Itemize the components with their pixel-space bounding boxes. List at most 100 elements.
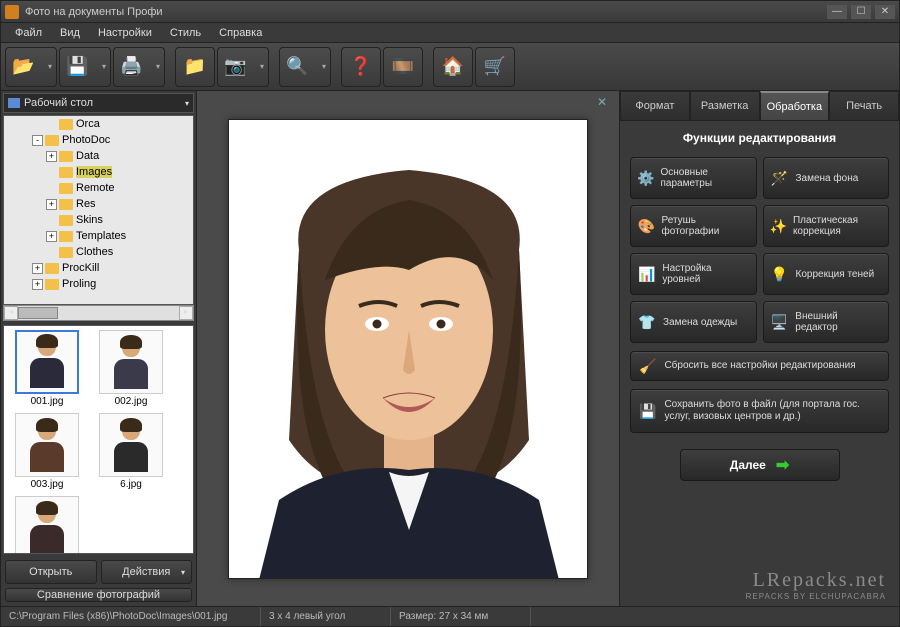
preview-close-button[interactable]: ✕	[597, 95, 611, 109]
func-button[interactable]: 💡 Коррекция теней	[763, 253, 890, 295]
func-button[interactable]: ⚙️Основные параметры	[630, 157, 757, 199]
folder-icon	[59, 119, 73, 130]
func-icon: ✨	[770, 216, 787, 236]
toolbar-print-button[interactable]: 🖨️	[113, 47, 165, 87]
tree-item[interactable]: Images	[4, 164, 193, 180]
thumbnail[interactable]: 6.jpg	[92, 413, 170, 490]
tree-item[interactable]: +Proling	[4, 276, 193, 292]
toolbar-home-button[interactable]: 🏠	[433, 47, 473, 87]
tree-expand-icon[interactable]: +	[32, 279, 43, 290]
open-button[interactable]: Открыть	[5, 560, 97, 584]
toolbar-help-button[interactable]: ❓	[341, 47, 381, 87]
thumbnail-image	[15, 496, 79, 554]
tab-разметка[interactable]: Разметка	[690, 91, 760, 120]
tree-expand-icon[interactable]: -	[32, 135, 43, 146]
tree-item[interactable]: +Templates	[4, 228, 193, 244]
photo-portrait	[229, 120, 588, 579]
chevron-down-icon: ▾	[185, 99, 189, 108]
func-button[interactable]: 🖥️Внешний редактор	[763, 301, 890, 343]
status-path: C:\Program Files (x86)\PhotoDoc\Images\0…	[1, 607, 261, 626]
thumbnail[interactable]: 003.jpg	[8, 413, 86, 490]
tree-item[interactable]: +ProcKill	[4, 260, 193, 276]
toolbar-source-file-button[interactable]: 📁	[175, 47, 215, 87]
folder-icon	[59, 231, 73, 242]
reset-button[interactable]: 🧹 Сбросить все настройки редактирования	[630, 351, 889, 381]
func-label: Настройка уровней	[662, 263, 749, 285]
func-button[interactable]: 🎨Ретушь фотографии	[630, 205, 757, 247]
tree-expand-icon[interactable]: +	[32, 263, 43, 274]
folder-icon	[59, 167, 73, 178]
menu-file[interactable]: Файл	[7, 25, 50, 41]
thumbnail[interactable]: 001.jpg	[8, 330, 86, 407]
func-icon: 📊	[637, 264, 656, 284]
func-icon: 💡	[770, 264, 790, 284]
func-button[interactable]: 📊 Настройка уровней	[630, 253, 757, 295]
maximize-button[interactable]: ☐	[851, 5, 871, 19]
folder-icon	[45, 279, 59, 290]
menu-view[interactable]: Вид	[52, 25, 88, 41]
scroll-thumb[interactable]	[18, 307, 58, 319]
folder-icon	[59, 247, 73, 258]
arrow-right-icon: ➡	[776, 455, 789, 475]
scroll-track[interactable]	[18, 306, 179, 320]
menu-style[interactable]: Стиль	[162, 25, 209, 41]
func-button[interactable]: ✨ Пластическая коррекция	[763, 205, 890, 247]
tab-bar: ФорматРазметкаОбработкаПечать	[620, 91, 899, 121]
tab-формат[interactable]: Формат	[620, 91, 690, 120]
func-label: Пластическая коррекция	[793, 215, 882, 237]
func-label: Замена одежды	[663, 317, 737, 328]
tree-item[interactable]: Remote	[4, 180, 193, 196]
func-button[interactable]: 👕Замена одежды	[630, 301, 757, 343]
status-size: Размер: 27 x 34 мм	[391, 607, 531, 626]
thumbnail[interactable]: 9.jpg	[8, 496, 86, 554]
tree-scrollbar[interactable]: ◂ ▸	[3, 305, 194, 321]
tree-item[interactable]: Clothes	[4, 244, 193, 260]
func-icon: 🪄	[770, 168, 790, 188]
toolbar-zoom-button[interactable]: 🔍	[279, 47, 331, 87]
tree-expand-icon[interactable]: +	[46, 151, 57, 162]
scroll-left-button[interactable]: ◂	[4, 306, 18, 320]
left-panel: Рабочий стол ▾ Orca - PhotoDoc +DataImagesR…	[1, 91, 197, 606]
folder-tree[interactable]: Orca-PhotoDoc+DataImagesRemote+ResSkins+…	[3, 115, 194, 305]
toolbar-save-button[interactable]: 💾	[59, 47, 111, 87]
next-button[interactable]: Далее ➡	[680, 449, 840, 481]
thumbnail-image	[15, 413, 79, 477]
save-file-button[interactable]: 💾 Сохранить фото в файл (для портала гос…	[630, 389, 889, 433]
folder-icon	[59, 215, 73, 226]
toolbar-open-button[interactable]: 📂	[5, 47, 57, 87]
thumbnail-list: 001.jpg002.jpg003.jpg6.jpg9.jpg	[3, 325, 194, 554]
toolbar: 📂 💾 🖨️ 📁 📷 🔍 ❓ 🎞️ 🏠 🛒	[1, 43, 899, 91]
menu-settings[interactable]: Настройки	[90, 25, 160, 41]
toolbar-video-button[interactable]: 🎞️	[383, 47, 423, 87]
minimize-button[interactable]: —	[827, 5, 847, 19]
tree-item[interactable]: +Res	[4, 196, 193, 212]
tree-item[interactable]: +Data	[4, 148, 193, 164]
next-label: Далее	[730, 458, 766, 472]
func-label: Коррекция теней	[796, 269, 875, 280]
thumbnail-image	[99, 413, 163, 477]
toolbar-camera-button[interactable]: 📷	[217, 47, 269, 87]
actions-button[interactable]: Действия	[101, 560, 193, 584]
tree-expand-icon[interactable]: +	[46, 231, 57, 242]
func-icon: 🎨	[637, 216, 656, 236]
tab-обработка[interactable]: Обработка	[760, 91, 830, 120]
tree-item[interactable]: Orca	[4, 116, 193, 132]
menu-help[interactable]: Справка	[211, 25, 270, 41]
app-window: Фото на документы Профи — ☐ ✕ Файл Вид Н…	[0, 0, 900, 627]
folder-selector[interactable]: Рабочий стол ▾	[3, 93, 194, 113]
tree-item[interactable]: - PhotoDoc	[4, 132, 193, 148]
scroll-right-button[interactable]: ▸	[179, 306, 193, 320]
menu-bar: Файл Вид Настройки Стиль Справка	[1, 23, 899, 43]
func-button[interactable]: 🪄Замена фона	[763, 157, 890, 199]
thumbnail[interactable]: 002.jpg	[92, 330, 170, 407]
tab-печать[interactable]: Печать	[829, 91, 899, 120]
compare-button[interactable]: Сравнение фотографий	[5, 588, 192, 602]
photo-preview[interactable]	[228, 119, 588, 579]
close-window-button[interactable]: ✕	[875, 5, 895, 19]
toolbar-cart-button[interactable]: 🛒	[475, 47, 515, 87]
tree-item[interactable]: Skins	[4, 212, 193, 228]
func-label: Внешний редактор	[795, 311, 882, 333]
app-title: Фото на документы Профи	[25, 6, 827, 18]
tree-item-label: PhotoDoc	[62, 134, 110, 146]
tree-expand-icon[interactable]: +	[46, 199, 57, 210]
